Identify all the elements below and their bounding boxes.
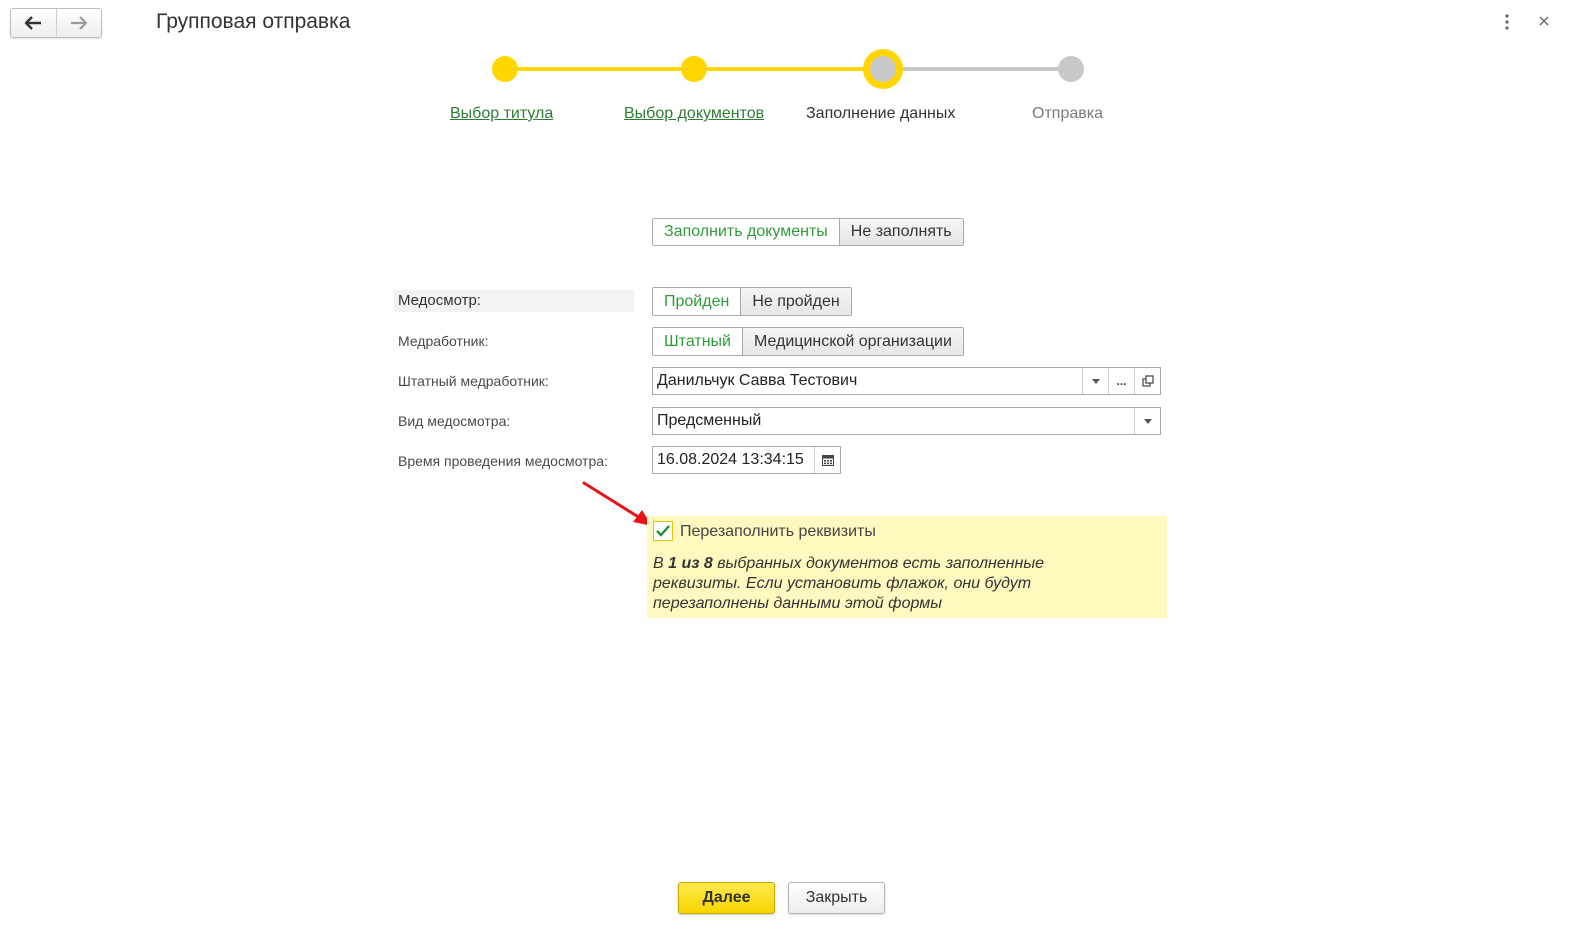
close-window-button[interactable] <box>1534 10 1554 32</box>
medosmotr-toggle: Пройден Не пройден <box>652 287 852 316</box>
close-button[interactable]: Закрыть <box>788 882 885 914</box>
kebab-menu-icon <box>1505 14 1509 30</box>
medworker-label: Медработник: <box>398 333 489 349</box>
checkmark-icon <box>656 525 670 537</box>
step-dot-4 <box>1058 56 1084 82</box>
arrow-right-icon <box>70 16 87 30</box>
staff-medworker-label: Штатный медработник: <box>398 373 549 389</box>
step-dot-current <box>863 49 903 89</box>
step-dot-2 <box>681 56 707 82</box>
refill-note-line3: перезаполнены данными этой формы <box>653 595 942 612</box>
step-link-title-choice[interactable]: Выбор титула <box>450 105 553 123</box>
history-nav <box>10 8 102 38</box>
window-title: Групповая отправка <box>156 10 351 33</box>
refill-note: В 1 из 8 выбранных документов есть запол… <box>653 554 1093 614</box>
more-menu-button[interactable] <box>1500 12 1514 32</box>
exam-type-input[interactable]: Предсменный <box>653 408 1134 434</box>
medworker-staff-option[interactable]: Штатный <box>653 328 742 355</box>
medosmotr-not-passed-option[interactable]: Не пройден <box>740 288 851 315</box>
forward-button[interactable] <box>55 9 102 37</box>
exam-time-label: Время проведения медосмотра: <box>398 453 608 469</box>
staff-medworker-open-button[interactable] <box>1134 368 1160 394</box>
stepper-line-1 <box>505 67 694 71</box>
back-button[interactable] <box>11 9 56 37</box>
next-button[interactable]: Далее <box>678 882 775 914</box>
calendar-icon <box>821 455 834 466</box>
stepper-line-2 <box>694 67 883 71</box>
medosmotr-passed-option[interactable]: Пройден <box>653 288 741 315</box>
medworker-toggle: Штатный Медицинской организации <box>652 327 964 356</box>
step-dot-1 <box>492 56 518 82</box>
staff-medworker-input[interactable]: Данильчук Савва Тестович <box>653 368 1082 394</box>
refill-note-line1: выбранных документов есть заполненные <box>712 555 1044 572</box>
chevron-down-icon <box>1143 418 1152 424</box>
staff-medworker-select-button[interactable]: ... <box>1108 368 1134 394</box>
medosmotr-label: Медосмотр: <box>398 292 481 309</box>
exam-type-field: Предсменный <box>652 407 1161 435</box>
exam-time-field: 16.08.2024 13:34:15 <box>652 446 841 474</box>
refill-checkbox[interactable] <box>653 521 673 541</box>
close-icon <box>1539 16 1549 26</box>
do-not-fill-option[interactable]: Не заполнять <box>838 219 963 245</box>
arrow-left-icon <box>25 16 42 30</box>
refill-note-prefix: В <box>653 555 669 572</box>
step-label-current: Заполнение данных <box>806 105 956 122</box>
fill-documents-toggle: Заполнить документы Не заполнять <box>652 218 964 246</box>
medworker-organization-option[interactable]: Медицинской организации <box>741 328 963 355</box>
exam-time-calendar-button[interactable] <box>814 447 840 473</box>
refill-note-line2: реквизиты. Если установить флажок, они б… <box>653 575 1032 592</box>
stepper-line-3 <box>883 67 1071 71</box>
fill-documents-option[interactable]: Заполнить документы <box>653 219 839 245</box>
step-label-send: Отправка <box>1032 105 1103 122</box>
staff-medworker-field: Данильчук Савва Тестович ... <box>652 367 1161 395</box>
chevron-down-icon <box>1091 378 1100 384</box>
exam-type-dropdown-button[interactable] <box>1134 408 1160 434</box>
staff-medworker-dropdown-button[interactable] <box>1082 368 1108 394</box>
exam-type-label: Вид медосмотра: <box>398 413 511 429</box>
step-link-documents-choice[interactable]: Выбор документов <box>624 105 764 123</box>
refill-checkbox-label[interactable]: Перезаполнить реквизиты <box>680 523 876 541</box>
open-form-icon <box>1141 375 1154 387</box>
refill-note-count: 1 из 8 <box>668 555 713 572</box>
exam-time-input[interactable]: 16.08.2024 13:34:15 <box>653 447 814 473</box>
